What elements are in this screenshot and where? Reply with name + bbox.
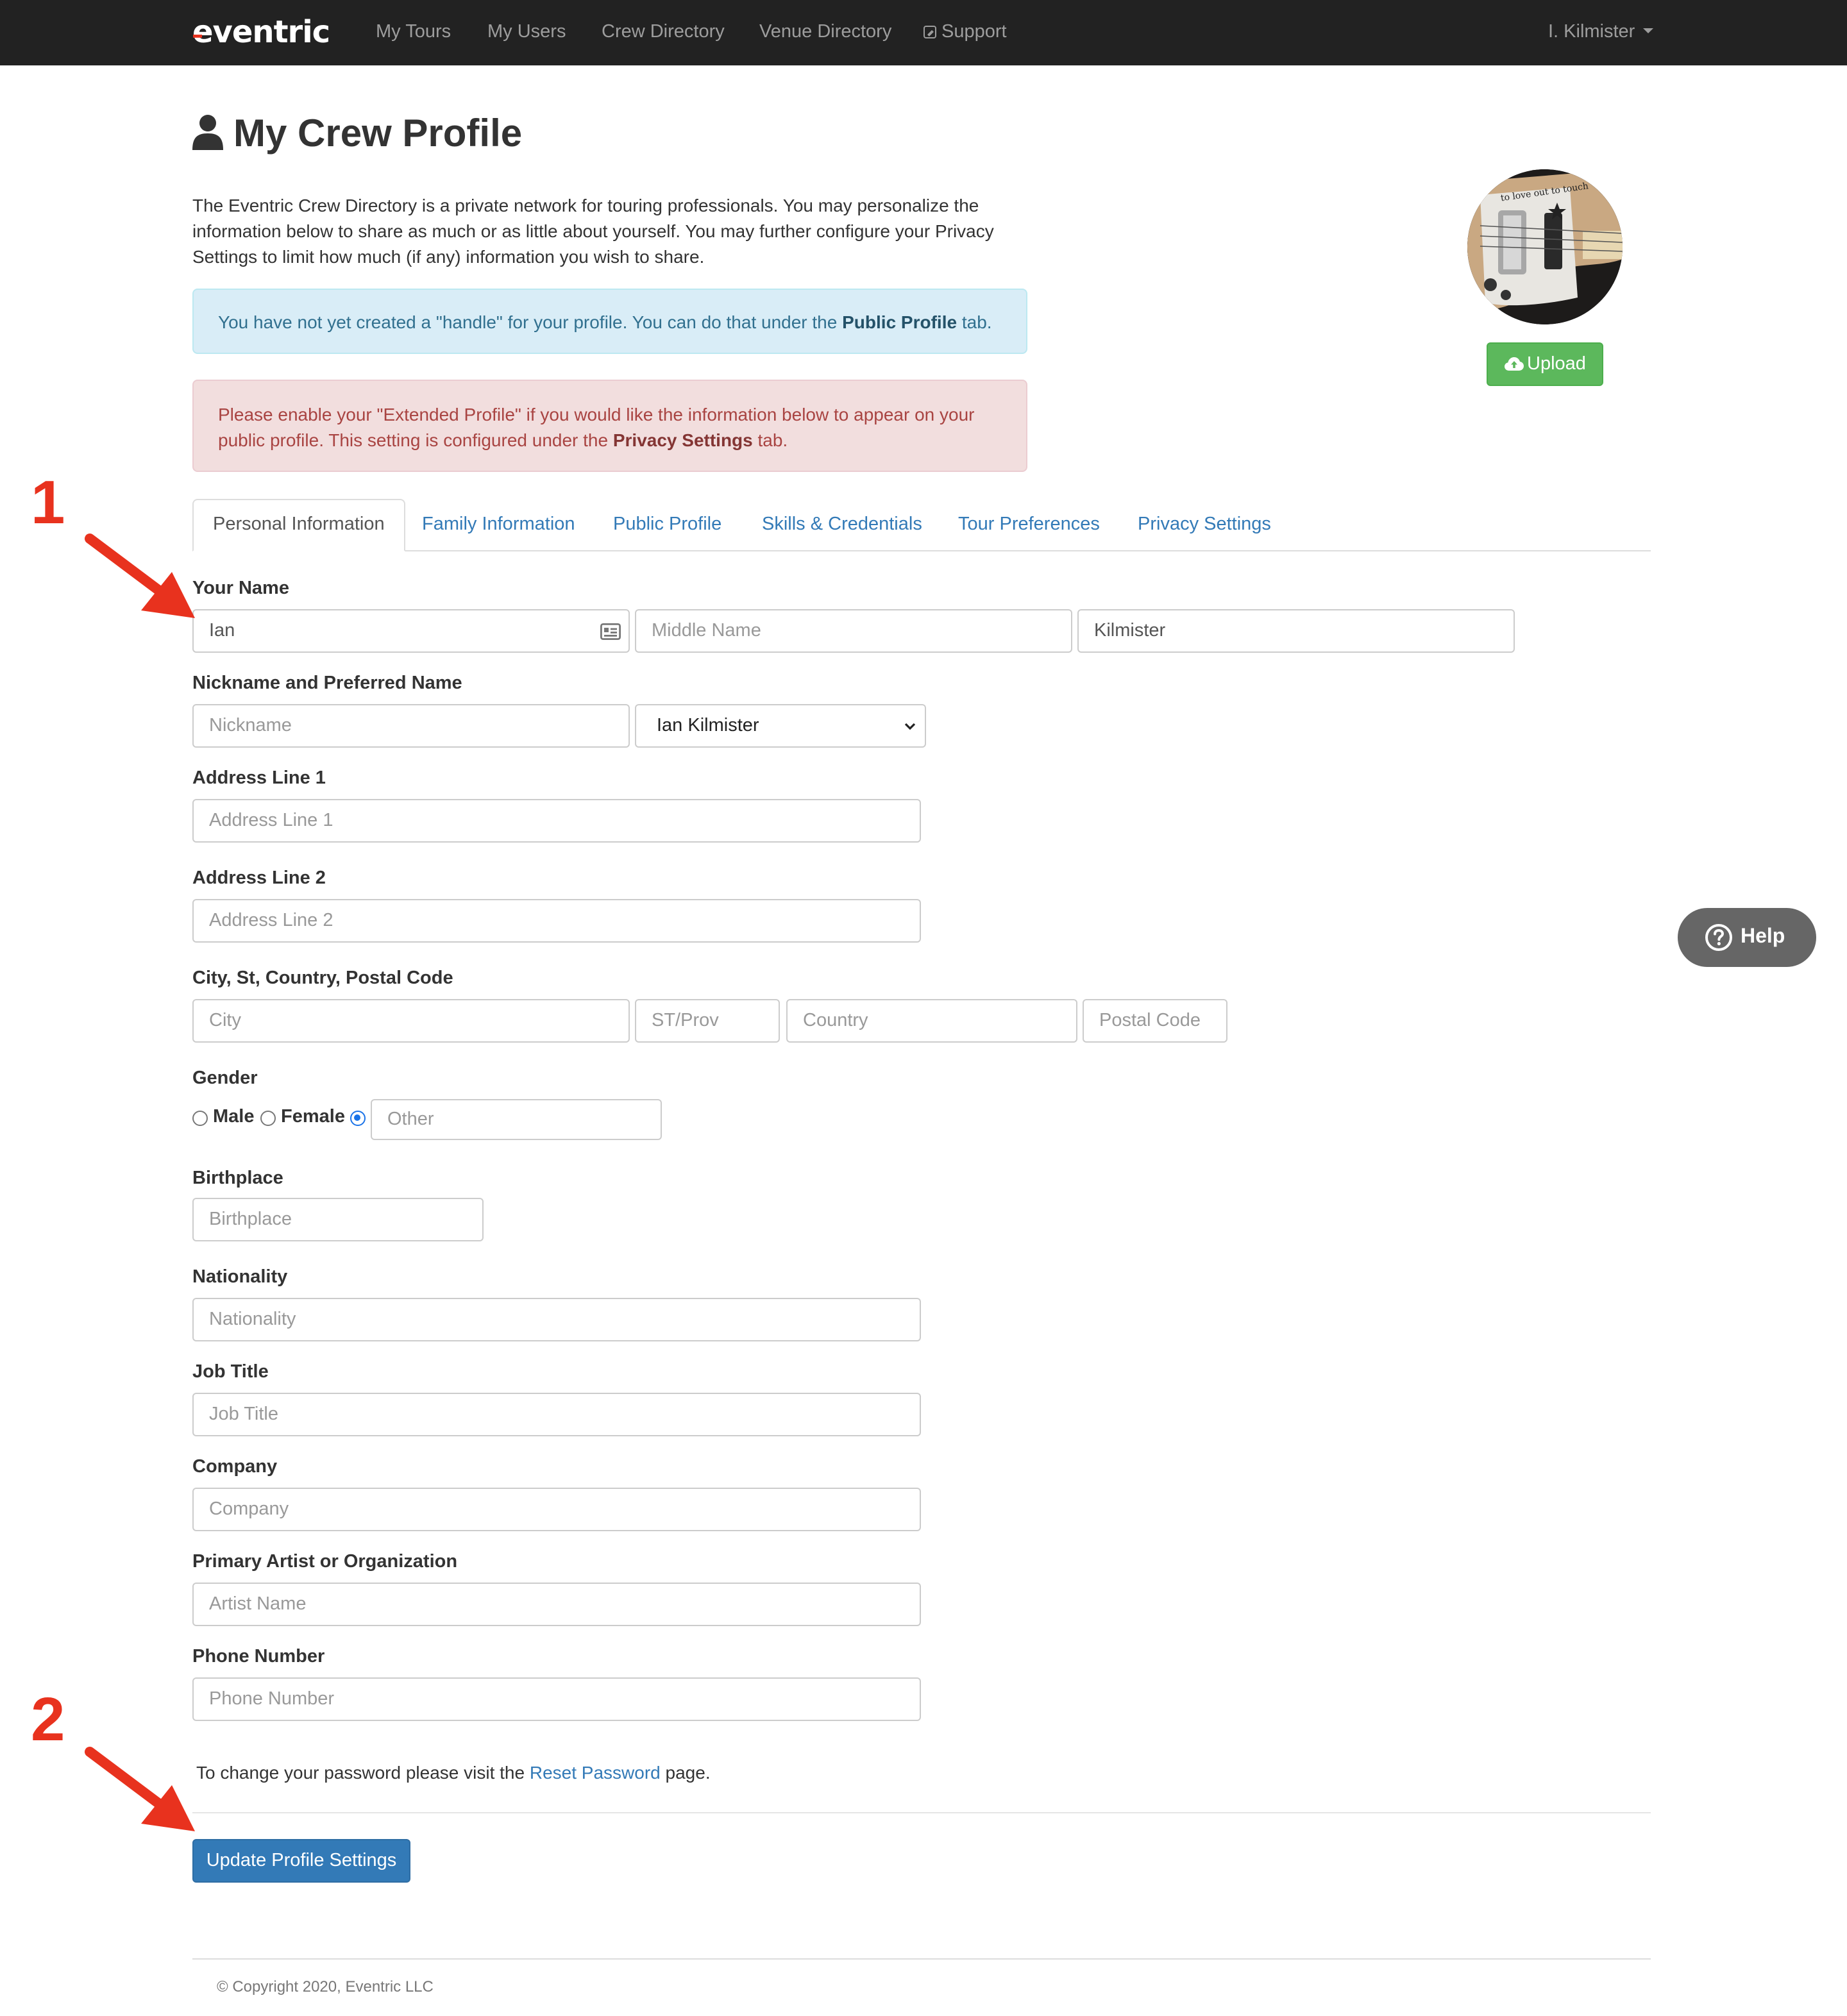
address1-input[interactable]: Address Line 1 [192,799,921,843]
guitar-photo-image: to love out to touch [1467,169,1623,324]
user-menu-dropdown[interactable]: I. Kilmister [1548,0,1653,65]
top-navbar: eventric My Tours My Users Crew Director… [0,0,1847,65]
preferred-name-select[interactable]: Ian Kilmister [635,704,926,748]
danger-alert-text: Please enable your "Extended Profile" if… [218,404,975,450]
caret-down-icon [1642,28,1653,33]
job-title-label: Job Title [192,1362,269,1382]
gender-female-label[interactable]: Female [281,1107,345,1127]
preferred-name-value: Ian Kilmister [657,716,759,736]
info-alert-text-end: tab. [957,312,992,332]
info-alert-bold: Public Profile [842,312,957,332]
help-button[interactable]: Help [1678,908,1816,967]
nav-my-users[interactable]: My Users [487,0,566,65]
artist-input[interactable]: Artist Name [192,1583,921,1626]
page-title: My Crew Profile [192,113,522,162]
chevron-down-icon [904,723,916,730]
upload-photo-button[interactable]: Upload [1487,342,1603,386]
gender-other-radio[interactable] [350,1111,366,1126]
tab-tour-preferences[interactable]: Tour Preferences [958,499,1100,551]
footer-divider [192,1958,1651,1960]
company-label: Company [192,1457,278,1477]
gender-label: Gender [192,1068,258,1089]
tab-skills-credentials[interactable]: Skills & Credentials [762,499,922,551]
handle-info-alert: You have not yet created a "handle" for … [192,289,1027,354]
first-name-input[interactable]: Ian [192,609,630,653]
user-menu-label: I. Kilmister [1548,22,1635,42]
help-label: Help [1741,926,1785,948]
eventric-logo[interactable]: eventric [192,15,333,49]
info-alert-text: You have not yet created a "handle" for … [218,312,843,332]
nav-support-label: Support [941,22,1007,42]
tab-privacy-settings[interactable]: Privacy Settings [1138,499,1271,551]
tab-personal-information[interactable]: Personal Information [192,499,405,551]
extended-profile-alert: Please enable your "Extended Profile" if… [192,380,1027,472]
nickname-input[interactable]: Nickname [192,704,630,748]
company-input[interactable]: Company [192,1488,921,1531]
cloud-upload-icon [1504,357,1524,371]
contact-card-icon[interactable] [600,623,621,640]
danger-alert-bold: Privacy Settings [612,430,753,450]
middle-name-input[interactable]: Middle Name [635,609,1072,653]
address2-label: Address Line 2 [192,868,326,889]
tab-public-profile[interactable]: Public Profile [613,499,721,551]
nationality-label: Nationality [192,1267,288,1288]
question-circle-icon [1705,924,1732,951]
reset-password-link[interactable]: Reset Password [530,1762,661,1783]
tab-family-information[interactable]: Family Information [422,499,575,551]
artist-label: Primary Artist or Organization [192,1552,458,1572]
gender-male-radio[interactable] [192,1111,208,1126]
phone-input[interactable]: Phone Number [192,1677,921,1721]
nav-my-tours[interactable]: My Tours [376,0,451,65]
password-note-end: page. [660,1762,711,1783]
birthplace-input[interactable]: Birthplace [192,1198,484,1241]
user-icon [192,115,223,150]
external-link-icon [924,26,936,38]
country-input[interactable]: Country [786,999,1077,1043]
svg-text:eventric: eventric [192,15,330,49]
profile-avatar: to love out to touch [1467,169,1623,324]
page: eventric My Tours My Users Crew Director… [0,0,1847,2016]
page-title-text: My Crew Profile [233,113,523,155]
postal-code-input[interactable]: Postal Code [1083,999,1227,1043]
nav-support[interactable]: Support [924,0,1007,65]
city-label: City, St, Country, Postal Code [192,968,453,989]
birthplace-label: Birthplace [192,1168,283,1189]
your-name-label: Your Name [192,578,289,599]
first-name-value: Ian [209,621,235,641]
gender-female-radio[interactable] [260,1111,276,1126]
footer-copyright: © Copyright 2020, Eventric LLC [217,1978,434,1995]
password-note-text: To change your password please visit the [196,1762,530,1783]
intro-text: The Eventric Crew Directory is a private… [192,195,994,267]
address2-input[interactable]: Address Line 2 [192,899,921,943]
annotation-number-2: 2 [31,1686,65,1754]
annotation-number-1: 1 [31,469,65,537]
danger-alert-text-end: tab. [752,430,788,450]
nationality-input[interactable]: Nationality [192,1298,921,1341]
upload-label: Upload [1527,354,1586,374]
form-divider [192,1812,1651,1813]
password-note: To change your password please visit the… [196,1762,711,1783]
state-input[interactable]: ST/Prov [635,999,780,1043]
job-title-input[interactable]: Job Title [192,1393,921,1436]
phone-label: Phone Number [192,1647,325,1667]
update-profile-button[interactable]: Update Profile Settings [192,1839,410,1883]
annotation-arrow-2-icon [85,1747,195,1831]
annotation-arrow-1-icon [85,533,195,618]
nickname-label: Nickname and Preferred Name [192,673,462,694]
nav-crew-directory[interactable]: Crew Directory [602,0,725,65]
gender-male-label[interactable]: Male [213,1107,255,1127]
city-input[interactable]: City [192,999,630,1043]
last-name-input[interactable]: Kilmister [1077,609,1515,653]
gender-other-input[interactable]: Other [371,1099,662,1140]
address1-label: Address Line 1 [192,768,326,789]
nav-venue-directory[interactable]: Venue Directory [759,0,891,65]
